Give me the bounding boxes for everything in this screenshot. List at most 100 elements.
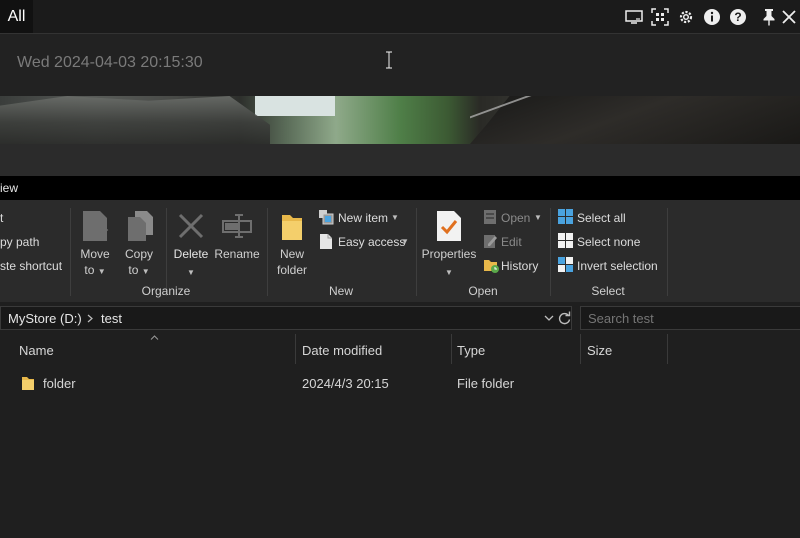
copy-to-label-1: Copy bbox=[124, 247, 153, 261]
history-dropdown-icon[interactable] bbox=[544, 315, 554, 321]
edit-icon bbox=[484, 235, 497, 248]
properties-icon bbox=[437, 211, 461, 241]
move-to-label-text: to bbox=[84, 263, 95, 277]
table-row[interactable]: folder 2024/4/3 20:15 File folder bbox=[0, 372, 800, 394]
photo-cliff bbox=[0, 96, 270, 144]
column-divider[interactable] bbox=[295, 334, 296, 364]
select-all-button[interactable]: Select all bbox=[558, 209, 662, 227]
breadcrumb-chevron-icon[interactable] bbox=[87, 314, 93, 323]
column-size[interactable]: Size bbox=[587, 343, 612, 358]
column-header-row: Name Date modified Type Size bbox=[0, 334, 800, 366]
select-none-button[interactable]: Select none bbox=[558, 233, 662, 251]
menu-view[interactable]: iew bbox=[0, 181, 18, 195]
breadcrumb-folder[interactable]: test bbox=[101, 311, 122, 326]
invert-selection-label: Invert selection bbox=[577, 259, 658, 273]
open-button[interactable]: Open ▼ bbox=[482, 209, 544, 227]
edit-button[interactable]: Edit bbox=[482, 233, 544, 251]
close-icon[interactable] bbox=[779, 7, 799, 27]
column-name[interactable]: Name bbox=[19, 343, 54, 358]
copy-to-label-2: to ▼ bbox=[120, 263, 158, 279]
screen-icon[interactable] bbox=[624, 7, 644, 27]
group-open-label: Open bbox=[468, 284, 498, 298]
new-item-icon bbox=[319, 210, 334, 225]
copy-path-button[interactable]: py path bbox=[0, 235, 39, 249]
clip-entry-empty[interactable] bbox=[0, 144, 800, 176]
rename-icon bbox=[222, 214, 252, 238]
open-label: Open bbox=[501, 211, 531, 225]
new-folder-label-1: New bbox=[279, 247, 304, 261]
select-none-icon bbox=[558, 233, 573, 248]
info-icon[interactable] bbox=[702, 7, 722, 27]
invert-selection-icon bbox=[558, 257, 573, 272]
ribbon-divider bbox=[550, 208, 551, 296]
new-folder-label-2: folder bbox=[276, 263, 308, 277]
address-bar[interactable]: MyStore (D:) test bbox=[0, 306, 572, 330]
easy-access-icon bbox=[320, 234, 332, 249]
qr-scan-icon[interactable] bbox=[650, 7, 670, 27]
dropdown-arrow-icon: ▼ bbox=[187, 268, 195, 277]
move-to-button[interactable]: Move to ▼ bbox=[76, 208, 114, 284]
invert-selection-button[interactable]: Invert selection bbox=[558, 257, 662, 275]
column-divider[interactable] bbox=[451, 334, 452, 364]
ribbon-divider bbox=[667, 208, 668, 296]
breadcrumb-drive[interactable]: MyStore (D:) bbox=[8, 311, 82, 326]
delete-button[interactable]: Delete ▼ bbox=[171, 208, 211, 284]
search-input[interactable] bbox=[580, 306, 800, 330]
dropdown-arrow-icon: ▼ bbox=[401, 237, 409, 246]
refresh-icon[interactable] bbox=[558, 311, 571, 325]
history-button[interactable]: History bbox=[482, 257, 544, 275]
column-date-modified[interactable]: Date modified bbox=[302, 343, 382, 358]
properties-button[interactable]: Properties ▼ bbox=[421, 208, 477, 284]
rename-button[interactable]: Rename bbox=[214, 208, 260, 284]
group-organize-label: Organize bbox=[141, 284, 191, 298]
dropdown-arrow-icon: ▼ bbox=[534, 213, 542, 222]
select-none-label: Select none bbox=[577, 235, 641, 249]
row-date-modified: 2024/4/3 20:15 bbox=[302, 376, 389, 391]
cut-button[interactable]: t bbox=[0, 211, 3, 225]
copy-to-button[interactable]: Copy to ▼ bbox=[120, 208, 158, 284]
open-icon bbox=[484, 210, 496, 224]
clip-image-thumbnail[interactable] bbox=[0, 96, 800, 144]
rename-label: Rename bbox=[214, 247, 260, 261]
clip-text: Wed 2024-04-03 20:15:30 bbox=[17, 54, 203, 71]
pin-icon[interactable] bbox=[759, 7, 779, 27]
easy-access-button[interactable]: Easy access ▼ bbox=[318, 233, 414, 251]
new-item-button[interactable]: New item ▼ bbox=[318, 209, 414, 227]
paste-shortcut-button[interactable]: ste shortcut bbox=[0, 259, 62, 273]
new-folder-button[interactable]: New folder bbox=[272, 208, 312, 284]
dropdown-arrow-icon: ▼ bbox=[445, 268, 453, 277]
tab-all[interactable]: All bbox=[0, 0, 33, 33]
column-type[interactable]: Type bbox=[457, 343, 485, 358]
easy-access-label: Easy access bbox=[338, 235, 406, 249]
clip-entry[interactable]: Wed 2024-04-03 20:15:30 bbox=[0, 34, 800, 97]
clipboard-toolbar: All ? bbox=[0, 0, 800, 34]
group-select-label: Select bbox=[591, 284, 625, 298]
text-cursor-icon bbox=[386, 51, 392, 69]
dropdown-arrow-icon: ▼ bbox=[391, 213, 399, 222]
history-label: History bbox=[501, 259, 539, 273]
ribbon-divider bbox=[267, 208, 268, 296]
help-icon[interactable]: ? bbox=[728, 7, 748, 27]
column-divider[interactable] bbox=[580, 334, 581, 364]
column-divider[interactable] bbox=[667, 334, 668, 364]
history-icon bbox=[484, 260, 499, 273]
new-item-label: New item bbox=[338, 211, 389, 225]
select-all-label: Select all bbox=[577, 211, 626, 225]
folder-icon bbox=[22, 377, 34, 390]
address-row: MyStore (D:) test bbox=[0, 302, 800, 334]
settings-icon[interactable] bbox=[676, 7, 696, 27]
move-to-label-2: to ▼ bbox=[76, 263, 114, 279]
row-name: folder bbox=[43, 376, 76, 391]
delete-icon bbox=[178, 213, 204, 239]
dropdown-arrow-icon: ▼ bbox=[97, 267, 106, 276]
sort-ascending-icon bbox=[150, 335, 159, 340]
select-all-icon bbox=[558, 209, 573, 224]
ribbon-divider bbox=[416, 208, 417, 296]
edit-label: Edit bbox=[501, 235, 522, 249]
menu-bar: iew bbox=[0, 176, 800, 200]
copy-to-label-text: to bbox=[128, 263, 139, 277]
photo-sky bbox=[255, 96, 335, 116]
ribbon: t py path ste shortcut Move to ▼ Copy to… bbox=[0, 200, 800, 303]
ribbon-divider bbox=[70, 208, 71, 296]
delete-label: Delete bbox=[173, 247, 209, 261]
